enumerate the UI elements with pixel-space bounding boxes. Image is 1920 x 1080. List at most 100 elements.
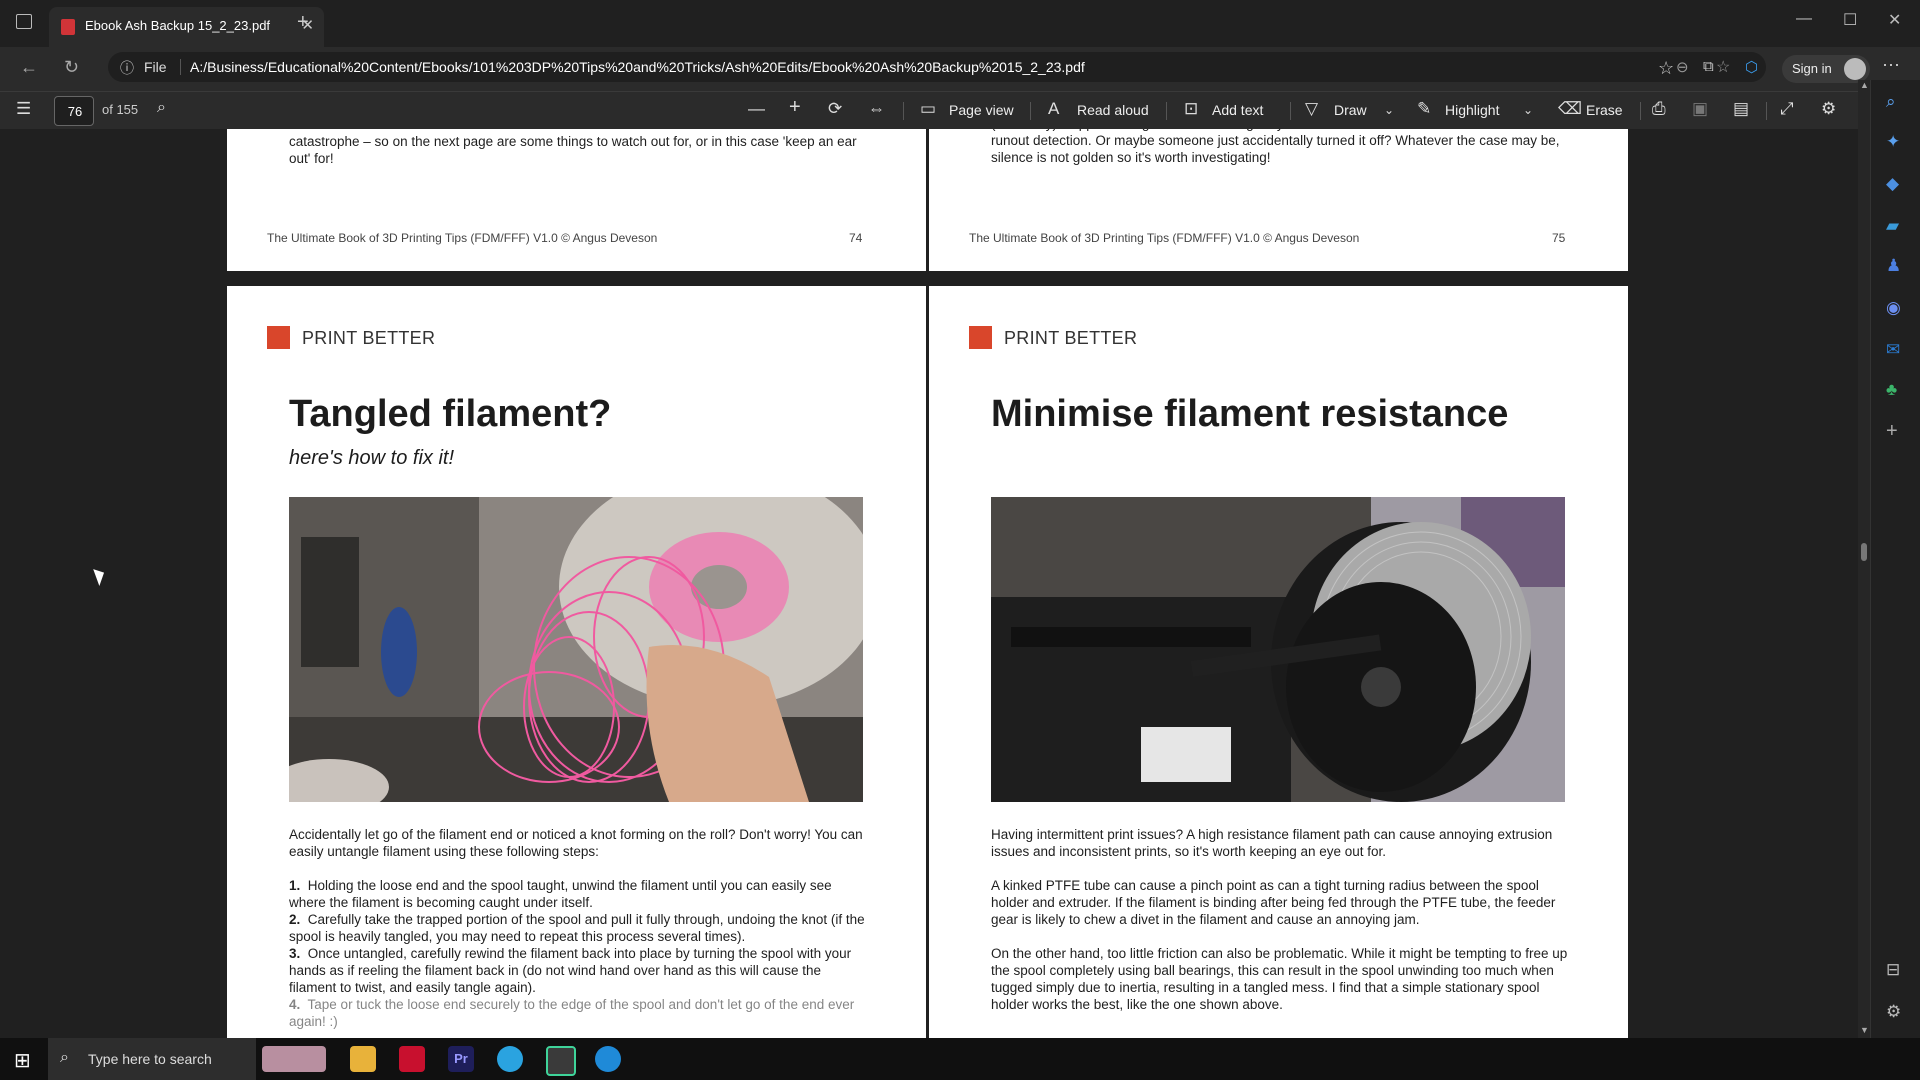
page-77-body: Having intermittent print issues? A high…: [991, 826, 1571, 1030]
avatar: [1844, 58, 1866, 80]
news-widget-icon[interactable]: [262, 1046, 326, 1072]
refresh-icon[interactable]: ↻: [64, 57, 79, 78]
copilot-icon[interactable]: ✦: [1886, 132, 1900, 152]
erase-button[interactable]: Erase: [1586, 102, 1623, 118]
page-view-button[interactable]: Page view: [949, 102, 1014, 118]
sign-in-label: Sign in: [1792, 61, 1832, 76]
address-scheme-label: File: [144, 59, 167, 75]
chevron-down-icon[interactable]: ⌄: [1523, 103, 1533, 117]
toolbar-separator: [1640, 102, 1641, 120]
highlight-button[interactable]: Highlight: [1445, 102, 1499, 118]
scrollbar-thumb[interactable]: [1861, 543, 1867, 561]
tab-actions-icon[interactable]: [16, 14, 32, 29]
page-number-field[interactable]: [54, 96, 95, 126]
toolbar-separator: [1290, 102, 1291, 120]
close-window-icon[interactable]: ✕: [1888, 10, 1901, 30]
games-icon[interactable]: ♟: [1886, 256, 1901, 276]
add-sidebar-icon[interactable]: +: [1886, 420, 1898, 443]
minimize-icon[interactable]: —: [1796, 10, 1812, 28]
spool-holder-photo: [991, 497, 1565, 802]
taskbar-search[interactable]: ⌕ Type here to search: [48, 1038, 256, 1080]
paragraph-2: A kinked PTFE tube can cause a pinch poi…: [991, 878, 1556, 927]
address-url[interactable]: A:/Business/Educational%20Content/Ebooks…: [190, 59, 1085, 75]
address-bar[interactable]: ⓘ File A:/Business/Educational%20Content…: [108, 52, 1766, 82]
address-separator: [180, 59, 181, 75]
premiere-icon[interactable]: Pr: [448, 1046, 474, 1072]
fit-page-icon[interactable]: ⇔: [868, 99, 885, 119]
outlook-icon[interactable]: ✉: [1886, 340, 1900, 360]
add-text-button[interactable]: Add text: [1212, 102, 1263, 118]
scroll-up-icon[interactable]: ▲: [1860, 80, 1869, 90]
spool-holder-image: [991, 497, 1565, 802]
file-explorer-icon[interactable]: [350, 1046, 376, 1072]
page-title: Tangled filament?: [289, 393, 612, 435]
tools-icon[interactable]: ▰: [1886, 216, 1899, 236]
draw-button[interactable]: Draw: [1334, 102, 1367, 118]
info-icon[interactable]: ⓘ: [120, 58, 134, 78]
app-icon[interactable]: [546, 1046, 576, 1076]
page-75-tail-text: (thankfully) stopped. It might also be w…: [991, 129, 1560, 165]
read-aloud-button[interactable]: Read aloud: [1077, 102, 1149, 118]
telegram-icon[interactable]: [497, 1046, 523, 1072]
eraser-icon[interactable]: ⌫: [1558, 99, 1582, 119]
edge-extension-icon[interactable]: ⬡: [1745, 58, 1758, 76]
sidebar-toggle-icon[interactable]: ⊟: [1886, 960, 1900, 980]
zoom-icon[interactable]: ⊖: [1676, 58, 1689, 76]
contents-icon[interactable]: ☰: [16, 99, 31, 119]
sidebar-settings-icon[interactable]: ⚙: [1886, 1002, 1901, 1022]
search-icon[interactable]: ⌕: [157, 99, 166, 117]
page-74-footer: The Ultimate Book of 3D Printing Tips (F…: [267, 231, 658, 245]
more-menu-icon[interactable]: ⋯: [1882, 55, 1900, 76]
drop-icon[interactable]: ♣: [1886, 380, 1897, 400]
favorites-icon[interactable]: ☆: [1658, 58, 1674, 79]
favorite-add-icon[interactable]: ☆: [1716, 57, 1730, 77]
search-icon[interactable]: ⌕: [1886, 92, 1896, 112]
page-number-input[interactable]: [55, 97, 95, 125]
page-total: of 155: [102, 102, 139, 117]
new-tab-icon[interactable]: +: [297, 11, 309, 34]
shopping-icon[interactable]: ◆: [1886, 174, 1899, 194]
scroll-down-icon[interactable]: ▼: [1860, 1025, 1869, 1035]
toolbar-separator: [903, 102, 904, 120]
chevron-down-icon[interactable]: ⌄: [1384, 103, 1394, 117]
tab-title: Ebook Ash Backup 15_2_23.pdf: [85, 18, 271, 33]
print-icon[interactable]: ⎙: [1652, 99, 1666, 119]
fullscreen-icon[interactable]: ⤢: [1780, 99, 1794, 119]
zoom-in-icon[interactable]: +: [789, 96, 801, 119]
highlight-icon[interactable]: ✎: [1417, 99, 1431, 119]
save-icon[interactable]: ▣: [1692, 99, 1708, 119]
rotate-icon[interactable]: ⟳: [828, 99, 842, 119]
step-1: 1. Holding the loose end and the spool t…: [289, 878, 832, 910]
back-icon[interactable]: ←: [20, 57, 38, 78]
zoom-out-icon[interactable]: —: [748, 99, 765, 119]
collections-icon[interactable]: ⧉: [1703, 58, 1714, 75]
taskbar: ⊞ ⌕ Type here to search Pr: [0, 1038, 1920, 1080]
section-marker: [969, 326, 992, 349]
read-aloud-icon[interactable]: A: [1048, 99, 1059, 119]
section-marker: [267, 326, 290, 349]
page-75-number: 75: [1552, 231, 1566, 245]
tab-ebook[interactable]: Ebook Ash Backup 15_2_23.pdf ✕: [49, 7, 324, 47]
edge-icon[interactable]: [595, 1046, 621, 1072]
tangled-filament-image: [289, 497, 863, 802]
pdf-page-74: catastrophe – so on the next page are so…: [227, 129, 926, 271]
sign-in-button[interactable]: Sign in: [1782, 55, 1870, 83]
add-text-icon[interactable]: ⊡: [1184, 99, 1198, 119]
pdf-viewer[interactable]: catastrophe – so on the next page are so…: [0, 129, 1858, 1038]
office-icon[interactable]: ◉: [1886, 298, 1901, 318]
settings-icon[interactable]: ⚙: [1821, 99, 1836, 119]
page-75-footer: The Ultimate Book of 3D Printing Tips (F…: [969, 231, 1360, 245]
intro-paragraph: Accidentally let go of the filament end …: [289, 827, 863, 859]
save-as-icon[interactable]: ▤: [1733, 99, 1749, 119]
page-view-icon[interactable]: ▭: [920, 99, 936, 119]
maximize-icon[interactable]: ☐: [1843, 10, 1857, 30]
page-74-tail-text: catastrophe – so on the next page are so…: [289, 134, 857, 166]
paragraph-3: On the other hand, too little friction c…: [991, 946, 1568, 1012]
pdf-page-77: PRINT BETTER Minimise filament resistanc…: [929, 286, 1628, 1038]
acrobat-icon[interactable]: [399, 1046, 425, 1072]
draw-icon[interactable]: ▽: [1305, 99, 1318, 119]
toolbar-separator: [1166, 102, 1167, 120]
address-row: ← ↻ ⓘ File A:/Business/Educational%20Con…: [0, 47, 1920, 91]
step-2: 2. Carefully take the trapped portion of…: [289, 912, 865, 944]
windows-start-icon[interactable]: ⊞: [14, 1048, 31, 1073]
